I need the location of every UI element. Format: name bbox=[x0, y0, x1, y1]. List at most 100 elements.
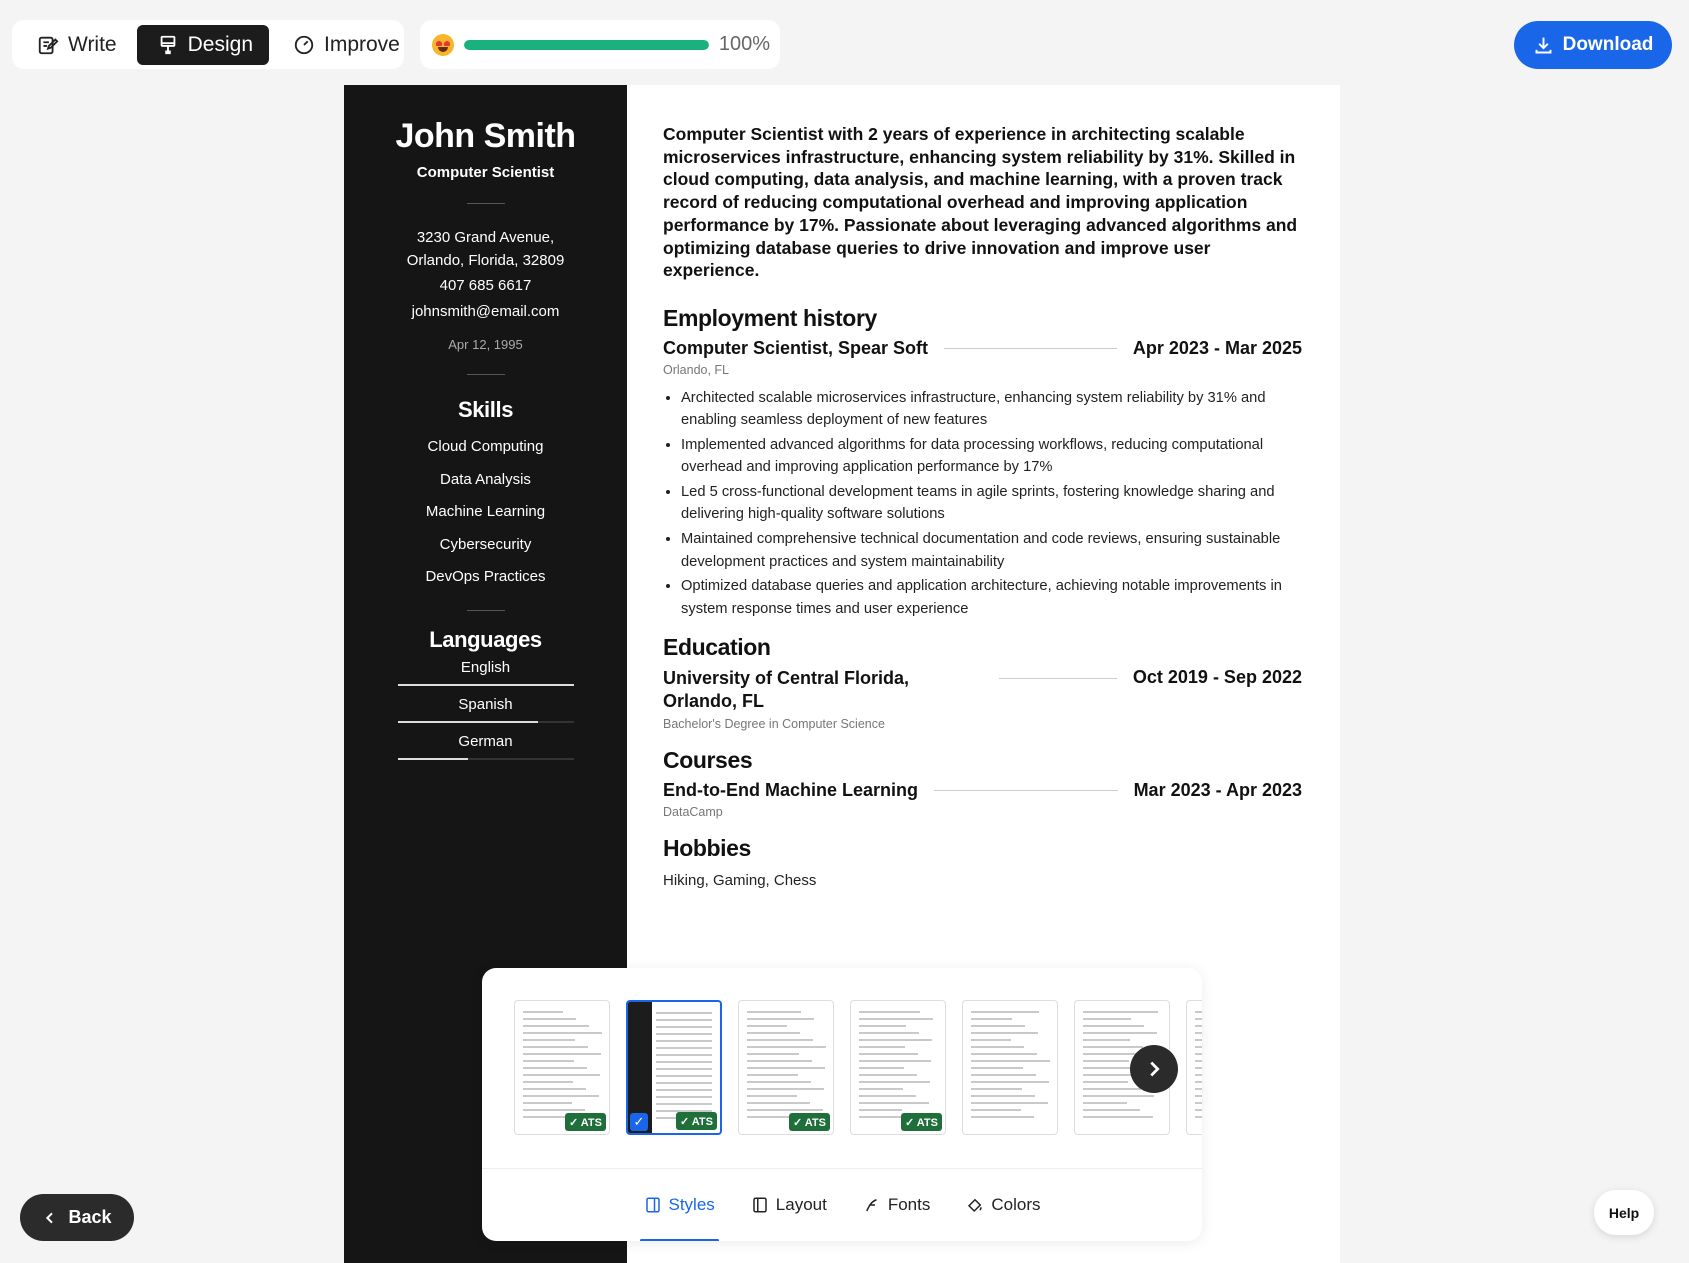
template-thumbnail[interactable] bbox=[1186, 1000, 1202, 1135]
thumbnail-text-line bbox=[747, 1095, 797, 1097]
skills-heading: Skills bbox=[457, 397, 514, 422]
language-level-bar bbox=[397, 720, 574, 723]
divider bbox=[466, 609, 505, 611]
thumbnail-text-line bbox=[523, 1046, 588, 1048]
design-mode-button[interactable]: Design bbox=[136, 24, 269, 65]
thumbnail-text-line bbox=[1083, 1081, 1128, 1083]
thumbnail-text-line bbox=[656, 1082, 712, 1084]
thumbnail-text-line bbox=[656, 1054, 712, 1056]
job-bullet: Maintained comprehensive technical docum… bbox=[681, 528, 1302, 573]
thumbnail-text-line bbox=[971, 1060, 1050, 1062]
education-dates: Oct 2019 - Sep 2022 bbox=[1132, 666, 1302, 687]
chevron-right-icon bbox=[1150, 1061, 1160, 1077]
layout-icon bbox=[753, 1197, 767, 1213]
download-label: Download bbox=[1562, 34, 1654, 55]
help-button[interactable]: Help bbox=[1594, 1190, 1654, 1235]
thumbnail-text-line bbox=[747, 1032, 800, 1034]
thumbnail-text-line bbox=[971, 1025, 1025, 1027]
thumbnail-text-line bbox=[859, 1032, 919, 1034]
score-progress-bar bbox=[464, 39, 709, 50]
tab-fonts[interactable]: Fonts bbox=[863, 1169, 930, 1242]
mode-switcher: Write Design Improve bbox=[12, 20, 404, 69]
education-degree: Bachelor's Degree in Computer Science bbox=[663, 716, 885, 731]
heart-eyes-emoji-icon bbox=[432, 33, 454, 56]
template-thumbnail[interactable]: ✓ ATS bbox=[514, 1000, 610, 1135]
download-button[interactable]: Download bbox=[1514, 21, 1672, 69]
font-icon bbox=[865, 1199, 877, 1212]
tab-layout[interactable]: Layout bbox=[751, 1169, 827, 1242]
template-thumbnail[interactable]: ✓ ATS bbox=[850, 1000, 946, 1135]
thumbnail-text-line bbox=[971, 1095, 1035, 1097]
job-title: Computer Scientist, Spear Soft bbox=[663, 337, 929, 358]
tab-colors[interactable]: Colors bbox=[966, 1169, 1041, 1242]
thumbnail-text-line bbox=[1083, 1109, 1140, 1111]
divider bbox=[934, 789, 1118, 791]
thumbnail-text-line bbox=[1083, 1046, 1143, 1048]
thumbnail-text-line bbox=[523, 1067, 587, 1069]
courses-heading: Courses bbox=[663, 746, 753, 773]
improve-mode-button[interactable]: Improve bbox=[273, 25, 416, 65]
thumbnail-text-line bbox=[1195, 1095, 1202, 1097]
thumbnail-text-line bbox=[656, 1047, 712, 1049]
language-level-fill bbox=[397, 683, 574, 686]
back-button[interactable]: Back bbox=[20, 1194, 134, 1241]
thumbnail-text-line bbox=[859, 1067, 904, 1069]
skill-item: DevOps Practices bbox=[425, 568, 546, 585]
course-provider: DataCamp bbox=[663, 804, 723, 819]
thumbnail-text-line bbox=[1083, 1039, 1130, 1041]
thumbnail-text-line bbox=[971, 1088, 1022, 1090]
resume-email: johnsmith@email.com bbox=[411, 303, 560, 320]
thumbnail-text-line bbox=[523, 1060, 574, 1062]
tab-styles[interactable]: Styles bbox=[639, 1169, 720, 1241]
thumbnail-text-line bbox=[747, 1039, 813, 1041]
pencil-note-icon bbox=[38, 36, 59, 54]
thumbnail-text-line bbox=[747, 1088, 824, 1090]
course-row: End-to-End Machine Learning Mar 2023 - A… bbox=[663, 780, 1302, 801]
thumbnail-text-line bbox=[859, 1088, 903, 1090]
thumbnail-text-line bbox=[859, 1081, 930, 1083]
thumbnail-text-line bbox=[971, 1053, 1037, 1055]
thumbnail-text-line bbox=[971, 1039, 1011, 1041]
design-mode-label: Design bbox=[187, 32, 253, 56]
education-heading: Education bbox=[663, 633, 771, 660]
thumbnail-text-line bbox=[1083, 1011, 1158, 1013]
thumbnail-text-line bbox=[1083, 1102, 1127, 1104]
thumbnail-text-line bbox=[859, 1011, 920, 1013]
divider bbox=[999, 677, 1117, 679]
thumbnail-text-line bbox=[971, 1018, 1012, 1020]
thumbnail-text-line bbox=[1195, 1060, 1202, 1062]
divider bbox=[944, 347, 1117, 349]
thumbnail-text-line bbox=[1083, 1025, 1144, 1027]
design-panel: ✓ ATS ✓ ATS ✓ ✓ ATS ✓ ATS Styles Layout Font… bbox=[482, 968, 1202, 1241]
write-mode-button[interactable]: Write bbox=[17, 25, 133, 65]
thumbnail-text-line bbox=[747, 1018, 814, 1020]
thumbnail-text-line bbox=[747, 1046, 826, 1048]
thumbnail-text-line bbox=[523, 1025, 589, 1027]
thumbnail-text-line bbox=[971, 1032, 1038, 1034]
thumbnail-text-line bbox=[656, 1089, 712, 1091]
thumbnail-text-line bbox=[523, 1088, 586, 1090]
thumbnail-text-line bbox=[859, 1039, 932, 1041]
help-label: Help bbox=[1608, 1204, 1640, 1221]
job-bullet: Implemented advanced algorithms for data… bbox=[681, 434, 1302, 479]
divider bbox=[466, 374, 505, 375]
template-thumbnail[interactable] bbox=[962, 1000, 1058, 1135]
template-thumbnail[interactable]: ✓ ATS ✓ bbox=[626, 1000, 722, 1135]
hobbies-heading: Hobbies bbox=[663, 834, 751, 861]
thumbnail-text-line bbox=[1195, 1081, 1202, 1083]
thumbnail-text-line bbox=[971, 1046, 1024, 1048]
thumbnail-text-line bbox=[859, 1060, 931, 1062]
job-bullet: Optimized database queries and applicati… bbox=[681, 575, 1302, 620]
template-thumbnail[interactable]: ✓ ATS bbox=[738, 1000, 834, 1135]
thumbnail-text-line bbox=[656, 1103, 712, 1105]
thumbnail-text-line bbox=[859, 1025, 906, 1027]
next-templates-button[interactable] bbox=[1130, 1045, 1178, 1093]
thumbnail-text-line bbox=[1083, 1116, 1153, 1118]
paint-brush-icon bbox=[160, 35, 175, 54]
thumbnail-text-line bbox=[971, 1116, 1034, 1118]
improve-mode-label: Improve bbox=[324, 32, 400, 56]
thumbnail-text-line bbox=[747, 1109, 823, 1111]
thumbnail-text-line bbox=[971, 1109, 1021, 1111]
thumbnail-text-line bbox=[1195, 1053, 1202, 1055]
resume-summary: Computer Scientist with 2 years of exper… bbox=[663, 124, 1298, 281]
